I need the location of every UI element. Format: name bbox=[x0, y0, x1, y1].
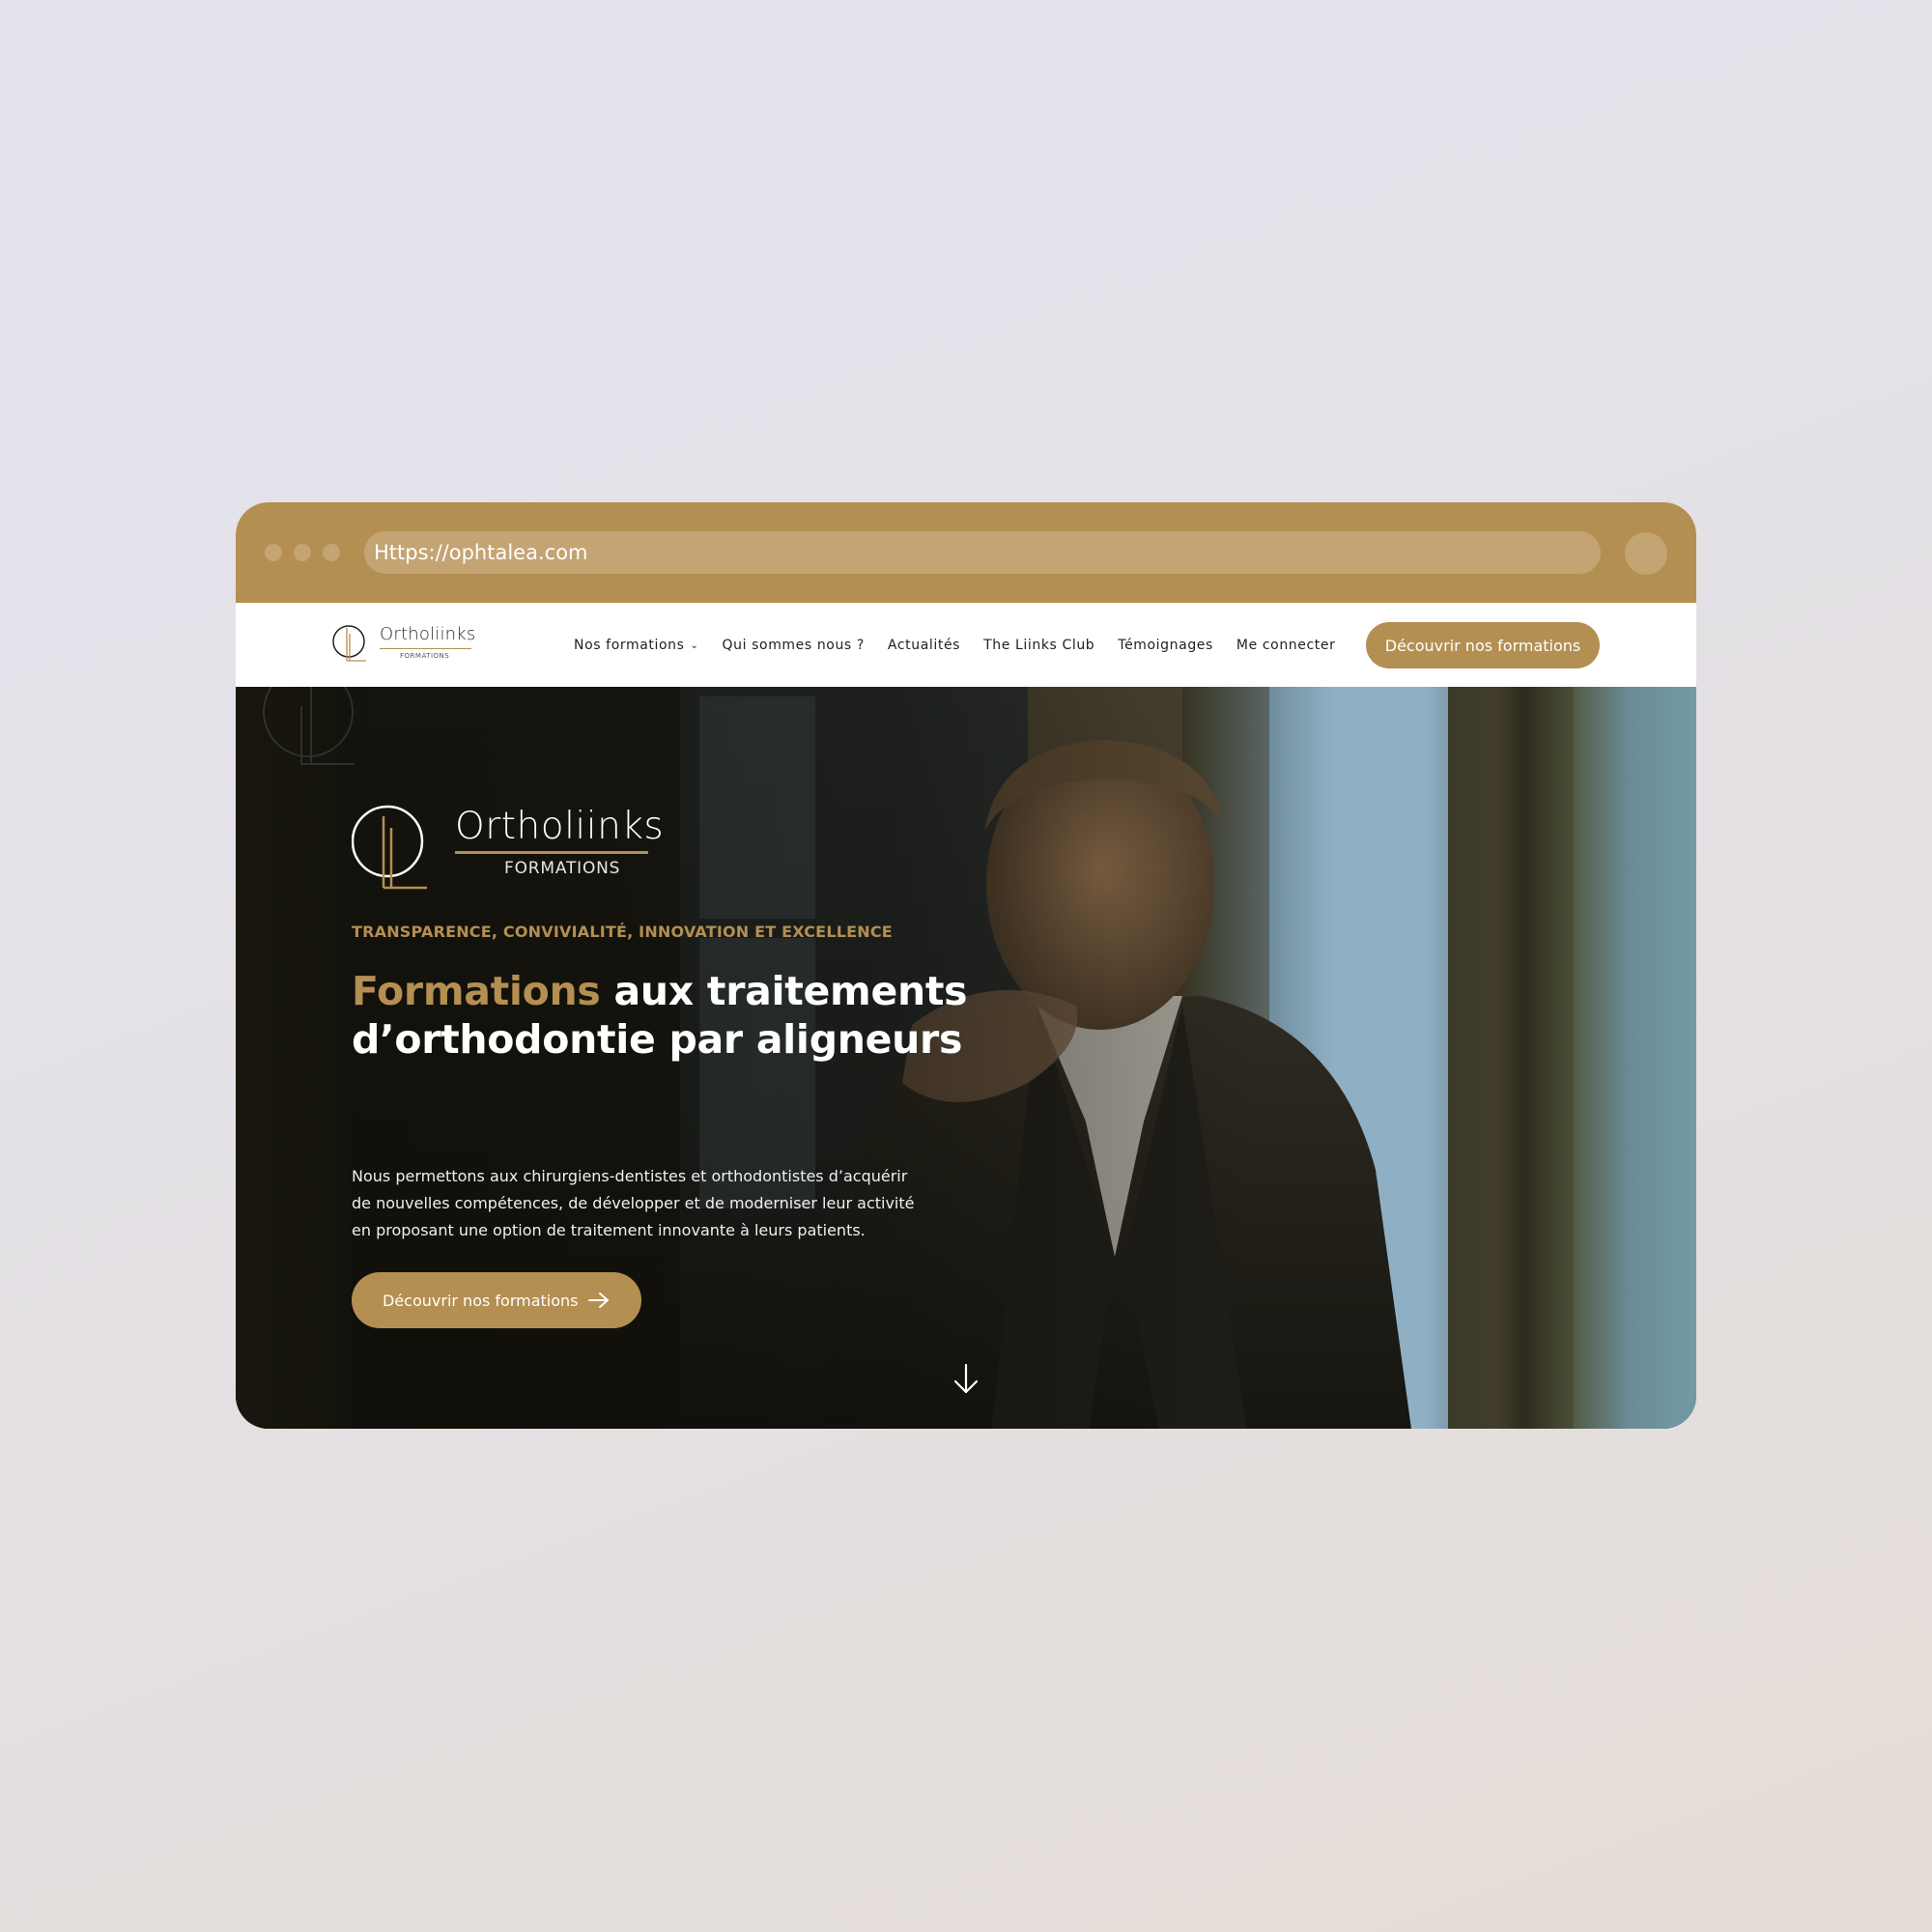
nav-item-liinks-club[interactable]: The Liinks Club bbox=[983, 638, 1094, 653]
header-cta-button[interactable]: Découvrir nos formations bbox=[1366, 622, 1600, 668]
window-dot-close[interactable] bbox=[265, 544, 282, 561]
hero-section: Ortholiinks FORMATIONS TRANSPARENCE, CON… bbox=[236, 687, 1696, 1429]
hero-tagline: TRANSPARENCE, CONVIVIALITÉ, INNOVATION E… bbox=[352, 923, 893, 941]
chevron-down-icon: ⌄ bbox=[690, 640, 699, 651]
logo-brand: Ortholiinks bbox=[380, 624, 476, 644]
hero-logo: Ortholiinks FORMATIONS bbox=[352, 805, 665, 892]
nav-item-nos-formations[interactable]: Nos formations ⌄ bbox=[574, 638, 699, 653]
profile-icon[interactable] bbox=[1625, 532, 1667, 575]
hero-description: Nous permettons aux chirurgiens-dentiste… bbox=[352, 1167, 915, 1239]
hero-cta-label: Découvrir nos formations bbox=[383, 1291, 579, 1310]
nav-item-me-connecter[interactable]: Me connecter bbox=[1236, 638, 1336, 653]
hero-cta-button[interactable]: Découvrir nos formations bbox=[352, 1272, 641, 1328]
browser-top-bar: Https://ophtalea.com bbox=[236, 502, 1696, 603]
headline-accent: Formations bbox=[352, 968, 601, 1014]
hero-headline: Formations aux traitements d’orthodontie… bbox=[352, 967, 970, 1064]
hero-logo-rule bbox=[455, 851, 648, 854]
nav-item-temoignages[interactable]: Témoignages bbox=[1118, 638, 1213, 653]
nav-item-actualites[interactable]: Actualités bbox=[888, 638, 960, 653]
browser-window: Https://ophtalea.com Ortholiinks FORMATI… bbox=[236, 502, 1696, 1429]
arrow-right-icon bbox=[588, 1293, 609, 1308]
logo-mark-icon bbox=[352, 805, 427, 890]
hero-logo-brand: Ortholiinks bbox=[455, 805, 665, 848]
site-header: Ortholiinks FORMATIONS Nos formations ⌄ … bbox=[236, 603, 1696, 687]
ghost-logo-icon bbox=[263, 687, 355, 765]
nav-item-qui-sommes-nous[interactable]: Qui sommes nous ? bbox=[723, 638, 865, 653]
window-dot-minimize[interactable] bbox=[294, 544, 311, 561]
logo-mark-icon bbox=[332, 625, 366, 662]
address-bar[interactable]: Https://ophtalea.com bbox=[364, 531, 1601, 574]
arrow-down-icon[interactable] bbox=[952, 1363, 980, 1396]
nav-item-label: Nos formations bbox=[574, 637, 685, 653]
main-menu: Nos formations ⌄ Qui sommes nous ? Actua… bbox=[574, 603, 1358, 687]
header-logo[interactable]: Ortholiinks FORMATIONS bbox=[330, 620, 485, 670]
logo-sub: FORMATIONS bbox=[400, 652, 450, 660]
window-dot-maximize[interactable] bbox=[323, 544, 340, 561]
hero-logo-sub: FORMATIONS bbox=[504, 859, 621, 878]
logo-rule bbox=[380, 648, 471, 649]
